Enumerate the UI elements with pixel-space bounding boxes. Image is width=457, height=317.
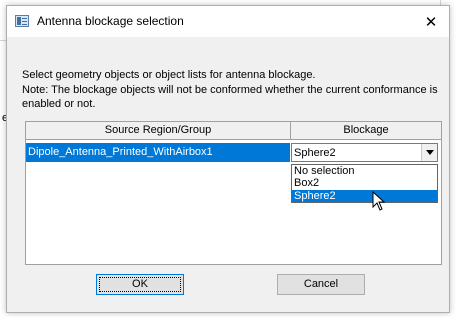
ok-button[interactable]: OK [96,274,184,295]
close-button[interactable]: ✕ [413,6,449,37]
dropdown-button[interactable] [421,144,437,161]
blockage-combobox-value: Sphere2 [294,147,336,159]
column-header-blockage[interactable]: Blockage [291,122,441,140]
blockage-dropdown-list[interactable]: No selection Box2 Sphere2 [291,164,438,203]
cancel-button[interactable]: Cancel [277,274,365,295]
dialog-title: Antenna blockage selection [37,14,184,28]
cancel-button-label: Cancel [303,278,339,290]
chevron-down-icon [425,150,434,155]
dropdown-option-box2[interactable]: Box2 [292,177,437,189]
dropdown-option-sphere2[interactable]: Sphere2 [292,190,437,202]
mouse-pointer-icon [372,191,386,211]
instruction-text: Select geometry objects or object lists … [22,69,316,81]
column-header-source[interactable]: Source Region/Group [26,122,291,140]
antenna-blockage-dialog: Antenna blockage selection ✕ Select geom… [6,5,450,313]
title-bar[interactable]: Antenna blockage selection ✕ [7,6,449,37]
dropdown-option-no-selection[interactable]: No selection [292,165,437,177]
focus-rectangle [99,277,181,292]
note-text: Note: The blockage objects will not be c… [22,84,438,110]
blockage-combobox[interactable]: Sphere2 [291,143,438,162]
source-region-cell[interactable]: Dipole_Antenna_Printed_WithAirbox1 [26,143,290,162]
window-app-icon [15,15,29,27]
close-icon: ✕ [424,13,438,31]
